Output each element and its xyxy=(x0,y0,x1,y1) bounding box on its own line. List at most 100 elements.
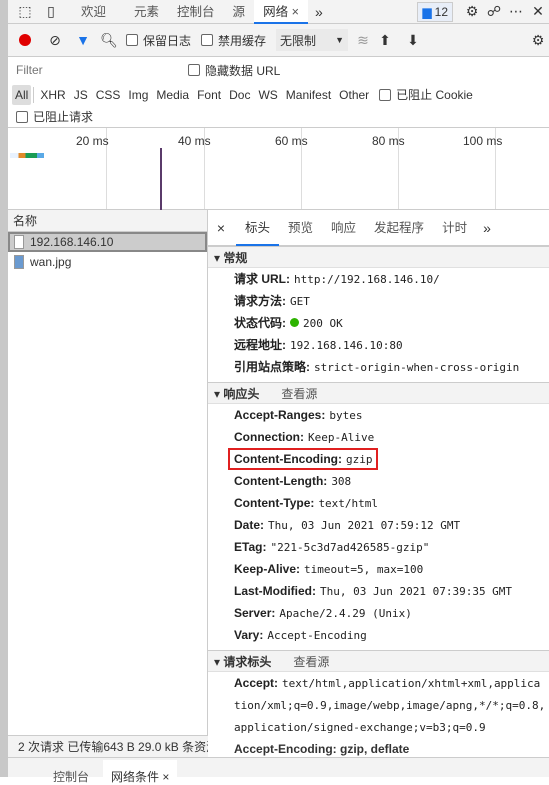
filter-icon[interactable]: ▼ xyxy=(72,29,94,51)
type-js[interactable]: JS xyxy=(70,88,92,102)
header-key: Keep-Alive: xyxy=(234,562,301,576)
header-row: Content-Type: text/html xyxy=(208,492,549,514)
header-row: ETag: "221-5c3d7ad426585-gzip" xyxy=(208,536,549,558)
header-row: Last-Modified: Thu, 03 Jun 2021 07:39:35 … xyxy=(208,580,549,602)
header-key: Content-Type: xyxy=(234,496,315,510)
checkbox[interactable] xyxy=(379,88,392,101)
header-key: Date: xyxy=(234,518,265,532)
tab-elements[interactable]: 元素 xyxy=(125,0,168,24)
feedback-icon[interactable]: ☍ xyxy=(483,1,505,23)
blocked-requests-checkbox[interactable]: 已阻止请求 xyxy=(16,108,93,125)
more-tabs-icon[interactable]: » xyxy=(476,217,498,239)
tab-sources[interactable]: 源 xyxy=(224,0,255,24)
more-icon[interactable]: ⋯ xyxy=(505,1,527,23)
tab-preview[interactable]: 预览 xyxy=(279,216,322,240)
checkbox[interactable] xyxy=(201,34,214,46)
network-settings-icon[interactable]: ⚙ xyxy=(527,29,549,51)
tab-timing[interactable]: 计时 xyxy=(433,216,476,240)
import-har-icon[interactable]: ⬆ xyxy=(374,29,396,51)
filter-input[interactable] xyxy=(8,59,168,81)
divider xyxy=(33,86,35,103)
header-row: 引用站点策略: strict-origin-when-cross-origin xyxy=(208,356,549,378)
device-icon[interactable]: ▯ xyxy=(40,1,62,23)
header-value: http://192.168.146.10/ xyxy=(294,273,440,286)
preserve-log-checkbox[interactable]: 保留日志 xyxy=(126,32,191,49)
list-item[interactable]: wan.jpg xyxy=(8,252,207,272)
throttle-value: 无限制 xyxy=(280,33,317,48)
blocked-requests-row: 已阻止请求 xyxy=(8,106,549,128)
tab-response[interactable]: 响应 xyxy=(322,216,365,240)
header-value: application/signed-exchange;v=b3;q=0.9 xyxy=(234,721,486,734)
checkbox[interactable] xyxy=(16,110,28,123)
list-item[interactable]: 192.168.146.10 xyxy=(8,232,207,252)
tab-network-label: 网络 xyxy=(263,4,289,19)
inspect-icon[interactable]: ⬚ xyxy=(14,1,36,23)
filter-row: 隐藏数据 URL xyxy=(8,57,549,83)
network-overview[interactable]: 20 ms 40 ms 60 ms 80 ms 100 ms xyxy=(8,128,549,210)
settings-icon[interactable]: ⚙ xyxy=(461,1,483,23)
image-icon xyxy=(14,255,24,269)
chevron-down-icon: ▼ xyxy=(335,35,345,45)
type-filter-row: All XHR JS CSS Img Media Font Doc WS Man… xyxy=(8,83,549,106)
tab-headers[interactable]: 标头 xyxy=(236,210,280,246)
header-key: 请求方法: xyxy=(234,294,286,308)
tab-initiator[interactable]: 发起程序 xyxy=(365,216,433,240)
section-title: 常规 xyxy=(223,251,248,265)
blocked-cookies-checkbox[interactable]: 已阻止 Cookie xyxy=(379,86,473,103)
close-details-icon[interactable]: × xyxy=(210,217,232,239)
more-tabs-icon[interactable]: » xyxy=(308,1,330,23)
type-all[interactable]: All xyxy=(12,84,32,105)
header-row: Accept-Ranges: bytes xyxy=(208,404,549,426)
blocked-cookies-label: 已阻止 Cookie xyxy=(396,88,473,102)
highlight-box: Content-Encoding: gzip xyxy=(228,448,379,470)
tab-network[interactable]: 网络 × xyxy=(254,0,308,24)
disable-cache-checkbox[interactable]: 禁用缓存 xyxy=(201,32,266,49)
tab-welcome[interactable]: 欢迎 xyxy=(72,0,115,24)
checkbox[interactable] xyxy=(126,34,138,46)
header-row: Keep-Alive: timeout=5, max=100 xyxy=(208,558,549,580)
header-row: Server: Apache/2.4.29 (Unix) xyxy=(208,602,549,624)
issues-badge[interactable]: ▆ 12 xyxy=(417,1,453,22)
search-icon[interactable]: 🔍︎ xyxy=(98,29,120,51)
export-har-icon[interactable]: ⬇ xyxy=(402,29,424,51)
request-headers-section-header[interactable]: ▾ 请求标头 查看源 xyxy=(208,650,549,672)
type-img[interactable]: Img xyxy=(124,88,152,102)
close-icon[interactable]: × xyxy=(292,5,299,19)
header-key: Content-Encoding: xyxy=(234,452,342,466)
general-section-header[interactable]: ▾ 常规 xyxy=(208,246,549,268)
header-value: bytes xyxy=(329,409,363,422)
header-key: Vary: xyxy=(234,628,264,642)
tick-label: 40 ms xyxy=(178,134,211,148)
response-headers-section-header[interactable]: ▾ 响应头 查看源 xyxy=(208,382,549,404)
tick-label: 80 ms xyxy=(372,134,405,148)
tab-console[interactable]: 控制台 xyxy=(168,0,224,24)
header-value-continued: tion/xml;q=0.9,image/webp,image/apng,*/*… xyxy=(208,694,549,716)
type-font[interactable]: Font xyxy=(193,88,225,102)
header-value: Keep-Alive xyxy=(308,431,375,444)
header-key: 引用站点策略: xyxy=(234,360,310,374)
type-xhr[interactable]: XHR xyxy=(36,88,69,102)
header-value: gzip xyxy=(345,453,373,466)
clear-icon[interactable]: ⊘ xyxy=(44,29,66,51)
view-source-link[interactable]: 查看源 xyxy=(281,387,317,401)
type-manifest[interactable]: Manifest xyxy=(282,88,335,102)
type-ws[interactable]: WS xyxy=(254,88,281,102)
header-key: Content-Length: xyxy=(234,474,328,488)
hide-data-urls-checkbox[interactable]: 隐藏数据 URL xyxy=(188,62,280,79)
type-media[interactable]: Media xyxy=(152,88,193,102)
drawer-tab-network-conditions[interactable]: 网络条件 × xyxy=(103,760,178,785)
type-css[interactable]: CSS xyxy=(92,88,125,102)
name-column-header[interactable]: 名称 xyxy=(8,210,207,232)
header-value: 200 OK xyxy=(303,317,343,330)
close-devtools-icon[interactable]: ✕ xyxy=(527,1,549,23)
type-doc[interactable]: Doc xyxy=(225,88,254,102)
checkbox[interactable] xyxy=(188,64,200,76)
type-other[interactable]: Other xyxy=(335,88,373,102)
view-source-link[interactable]: 查看源 xyxy=(293,655,329,669)
tick-label: 60 ms xyxy=(275,134,308,148)
record-icon[interactable] xyxy=(14,29,36,51)
network-conditions-icon[interactable]: ≋ xyxy=(352,29,374,51)
header-key: Accept-Ranges: xyxy=(234,408,326,422)
throttle-select[interactable]: 无限制 ▼ xyxy=(276,29,349,51)
header-row: Connection: Keep-Alive xyxy=(208,426,549,448)
